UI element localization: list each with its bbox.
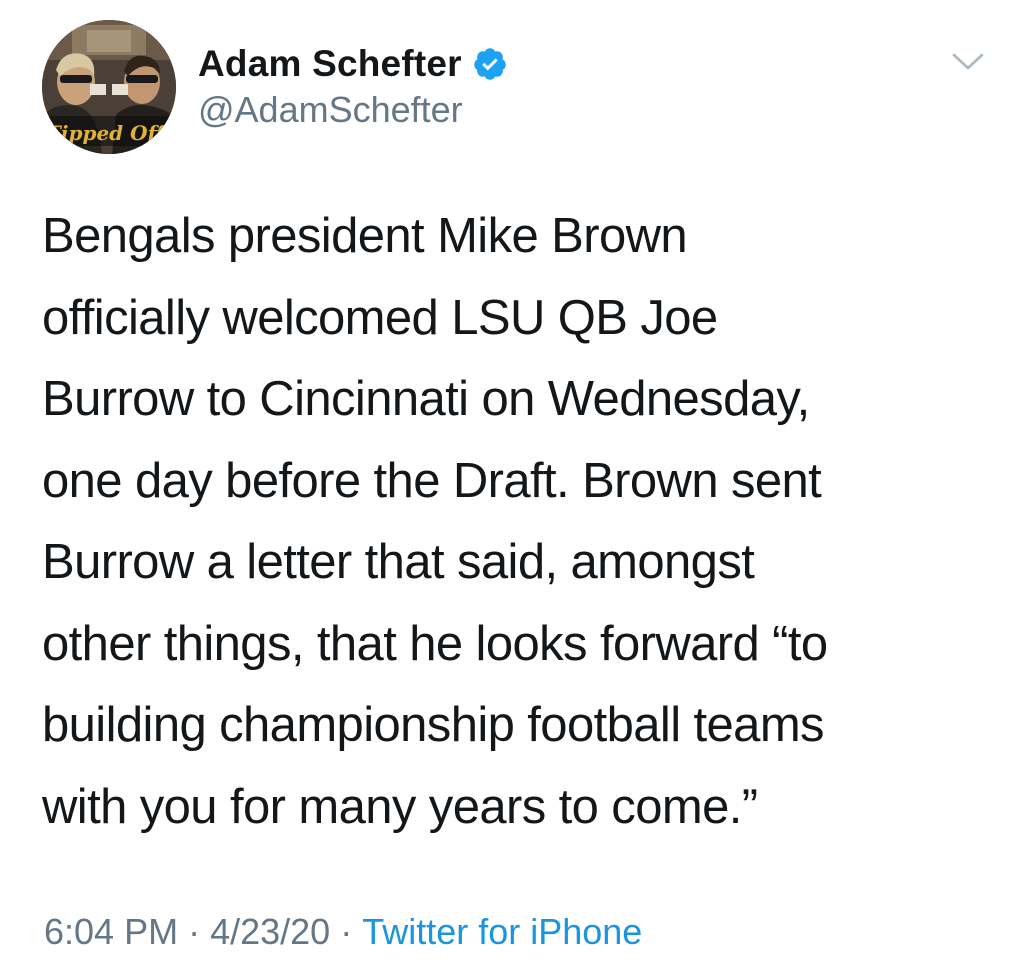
author-name-row[interactable]: Adam Schefter: [198, 40, 508, 88]
avatar-caption: Tipped Off: [46, 121, 168, 145]
meta-separator: ·: [340, 911, 353, 952]
author-display-name[interactable]: Adam Schefter: [198, 40, 462, 88]
chevron-down-icon: [952, 53, 984, 70]
tweet-card: Tipped Off Adam Schefter @AdamSchefter B…: [0, 0, 1024, 964]
tweet-time[interactable]: 6:04 PM: [44, 911, 178, 952]
tweet-date[interactable]: 4/23/20: [210, 911, 330, 952]
author-handle[interactable]: @AdamSchefter: [198, 86, 463, 134]
meta-separator: ·: [188, 911, 201, 952]
avatar[interactable]: Tipped Off: [42, 20, 176, 154]
tweet-options-button[interactable]: [946, 46, 990, 76]
verified-badge-icon: [472, 46, 508, 82]
tweet-meta: 6:04 PM · 4/23/20 · Twitter for iPhone: [44, 908, 642, 956]
tweet-text: Bengals president Mike Brown officially …: [42, 209, 828, 834]
avatar-image: Tipped Off: [42, 20, 176, 154]
tweet-source-link[interactable]: Twitter for iPhone: [362, 911, 642, 952]
